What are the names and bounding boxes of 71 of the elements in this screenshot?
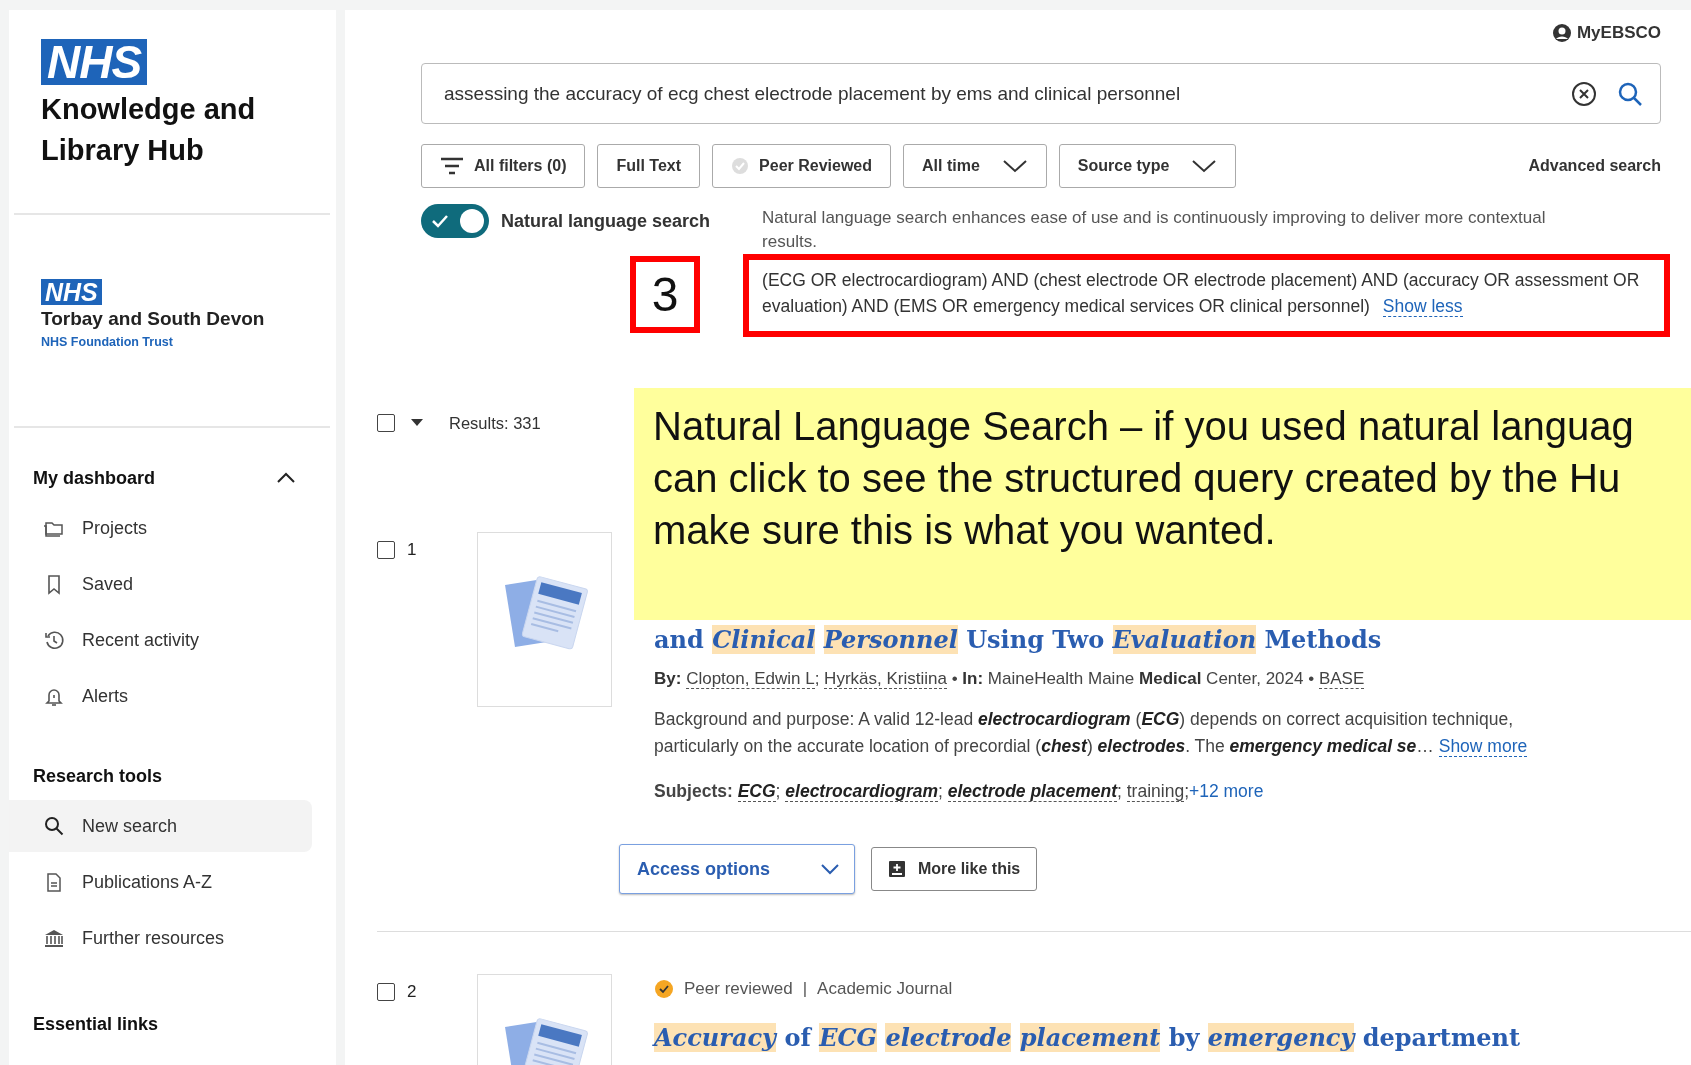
chevron-down-icon [820,863,840,875]
checkbox[interactable] [377,541,395,559]
sidebar-item[interactable]: Projects [9,502,312,554]
peer-reviewed-label: Peer reviewed [684,979,793,999]
separator: | [802,979,808,999]
user-icon [1551,23,1572,43]
subject-link[interactable]: training [1126,781,1185,802]
chevron-down-icon [1001,158,1028,174]
search-icon [43,815,65,837]
sidebar-item[interactable]: New search [9,800,312,852]
show-more-link[interactable]: Show more [1438,736,1528,757]
check-icon [431,214,449,228]
callout-note: Natural Language Search – if you used natural languag can click to see the structured query created by the Hu make sure this is what you wanted. [634,388,1691,620]
author-link[interactable]: Hyrkäs, Kristiina [824,669,947,689]
sidebar-item[interactable]: Recent activity [9,614,312,666]
app-title: Knowledge and Library Hub [41,92,257,168]
checkbox[interactable] [377,983,395,1001]
section-heading: My dashboard [33,467,156,489]
toggle-label: Natural language search [501,210,711,232]
results-count: Results: 331 [449,413,541,433]
result-title[interactable]: and Clinical Personnel Using Two Evaluation Methods [654,624,1691,656]
search-field[interactable]: assessing the accuracy of ecg chest electrode placement by ems and clinical personnel [421,63,1661,124]
show-less-link[interactable]: Show less [1382,296,1463,317]
description-text: Natural language search enhances ease of use and is continuously improving to deliver more contextual results. [762,207,1547,253]
chevron-icon[interactable] [276,472,296,484]
database-link[interactable]: BASE [1318,669,1365,689]
search-icon[interactable] [1617,81,1643,107]
account-label: MyEBSCO [1576,23,1661,43]
nhs-logo: NHS [41,39,148,85]
query-text: (ECG OR electrocardiogram) AND (chest electrode OR electrode placement) AND (accuracy OR assessment OR evaluation) AND (EMS OR emergency medical services OR clinical personnel) Show less [762,269,1641,319]
subject-link[interactable]: electrode placement [947,781,1117,802]
filter-button[interactable]: All time [903,144,1047,188]
toggle-switch[interactable] [421,204,489,238]
subject-link[interactable]: electrocardiogram [785,781,938,802]
source-type: Academic Journal [817,979,953,999]
section-heading: Research tools [33,765,163,787]
step-number-label: 3 [630,256,700,333]
filter-icon [440,156,464,176]
filter-button[interactable]: Source type [1058,144,1237,188]
filter-button[interactable]: Peer Reviewed [712,144,891,188]
filter-button[interactable]: All filters (0) [421,144,586,188]
more-subjects-link[interactable]: +12 more [1189,781,1264,801]
section-heading: Essential links [33,1013,159,1035]
trust-name: Torbay and South Devon [41,308,266,330]
filter-button[interactable]: Full Text [597,144,701,188]
sidebar-item[interactable]: Saved [9,558,312,610]
verified-badge-icon [654,979,674,999]
subject-link[interactable]: ECG [737,781,776,802]
clear-icon[interactable] [1571,81,1597,107]
author-link[interactable]: Clopton, Edwin L [686,669,815,689]
abstract-text: Background and purpose: A valid 12-lead electrocardiogram (ECG) depends on correct acquisition technique, particularly on the accurate location of precordial (chest) electrodes. The emergency medical se… Show more [654,708,1529,759]
more-like-this-button[interactable]: More like this [871,847,1038,891]
nhs-logo: NHS [41,279,102,305]
add-note-icon [888,860,906,878]
access-options-dropdown[interactable]: Access options [619,844,855,894]
sidebar-item[interactable]: Alerts [9,670,312,722]
sidebar-item[interactable]: Further resources [9,912,312,964]
subjects-line: Subjects: ECG; electrocardiogram; electrode placement; training;+12 more [654,780,1265,804]
sidebar-item[interactable]: Publications A-Z [9,856,312,908]
checkbox[interactable] [377,414,395,432]
chevron-down-icon [1191,158,1218,174]
institution-icon [43,927,65,949]
dropdown-caret-icon[interactable] [411,419,423,427]
result-number: 2 [407,982,417,1002]
account-link[interactable]: MyEBSCO [1551,20,1661,46]
result-number: 1 [407,540,417,560]
trust-subtitle: NHS Foundation Trust [41,335,174,349]
advanced-search-link[interactable]: Advanced search [1528,157,1661,175]
history-icon [43,629,65,651]
byline: By: Clopton, Edwin L; Hyrkäs, Kristiina • In: MaineHealth Maine Medical Center, 2024 • BASE [654,668,1366,691]
result-title[interactable]: Accuracy of ECG electrode placement by emergency department [654,1022,1691,1054]
